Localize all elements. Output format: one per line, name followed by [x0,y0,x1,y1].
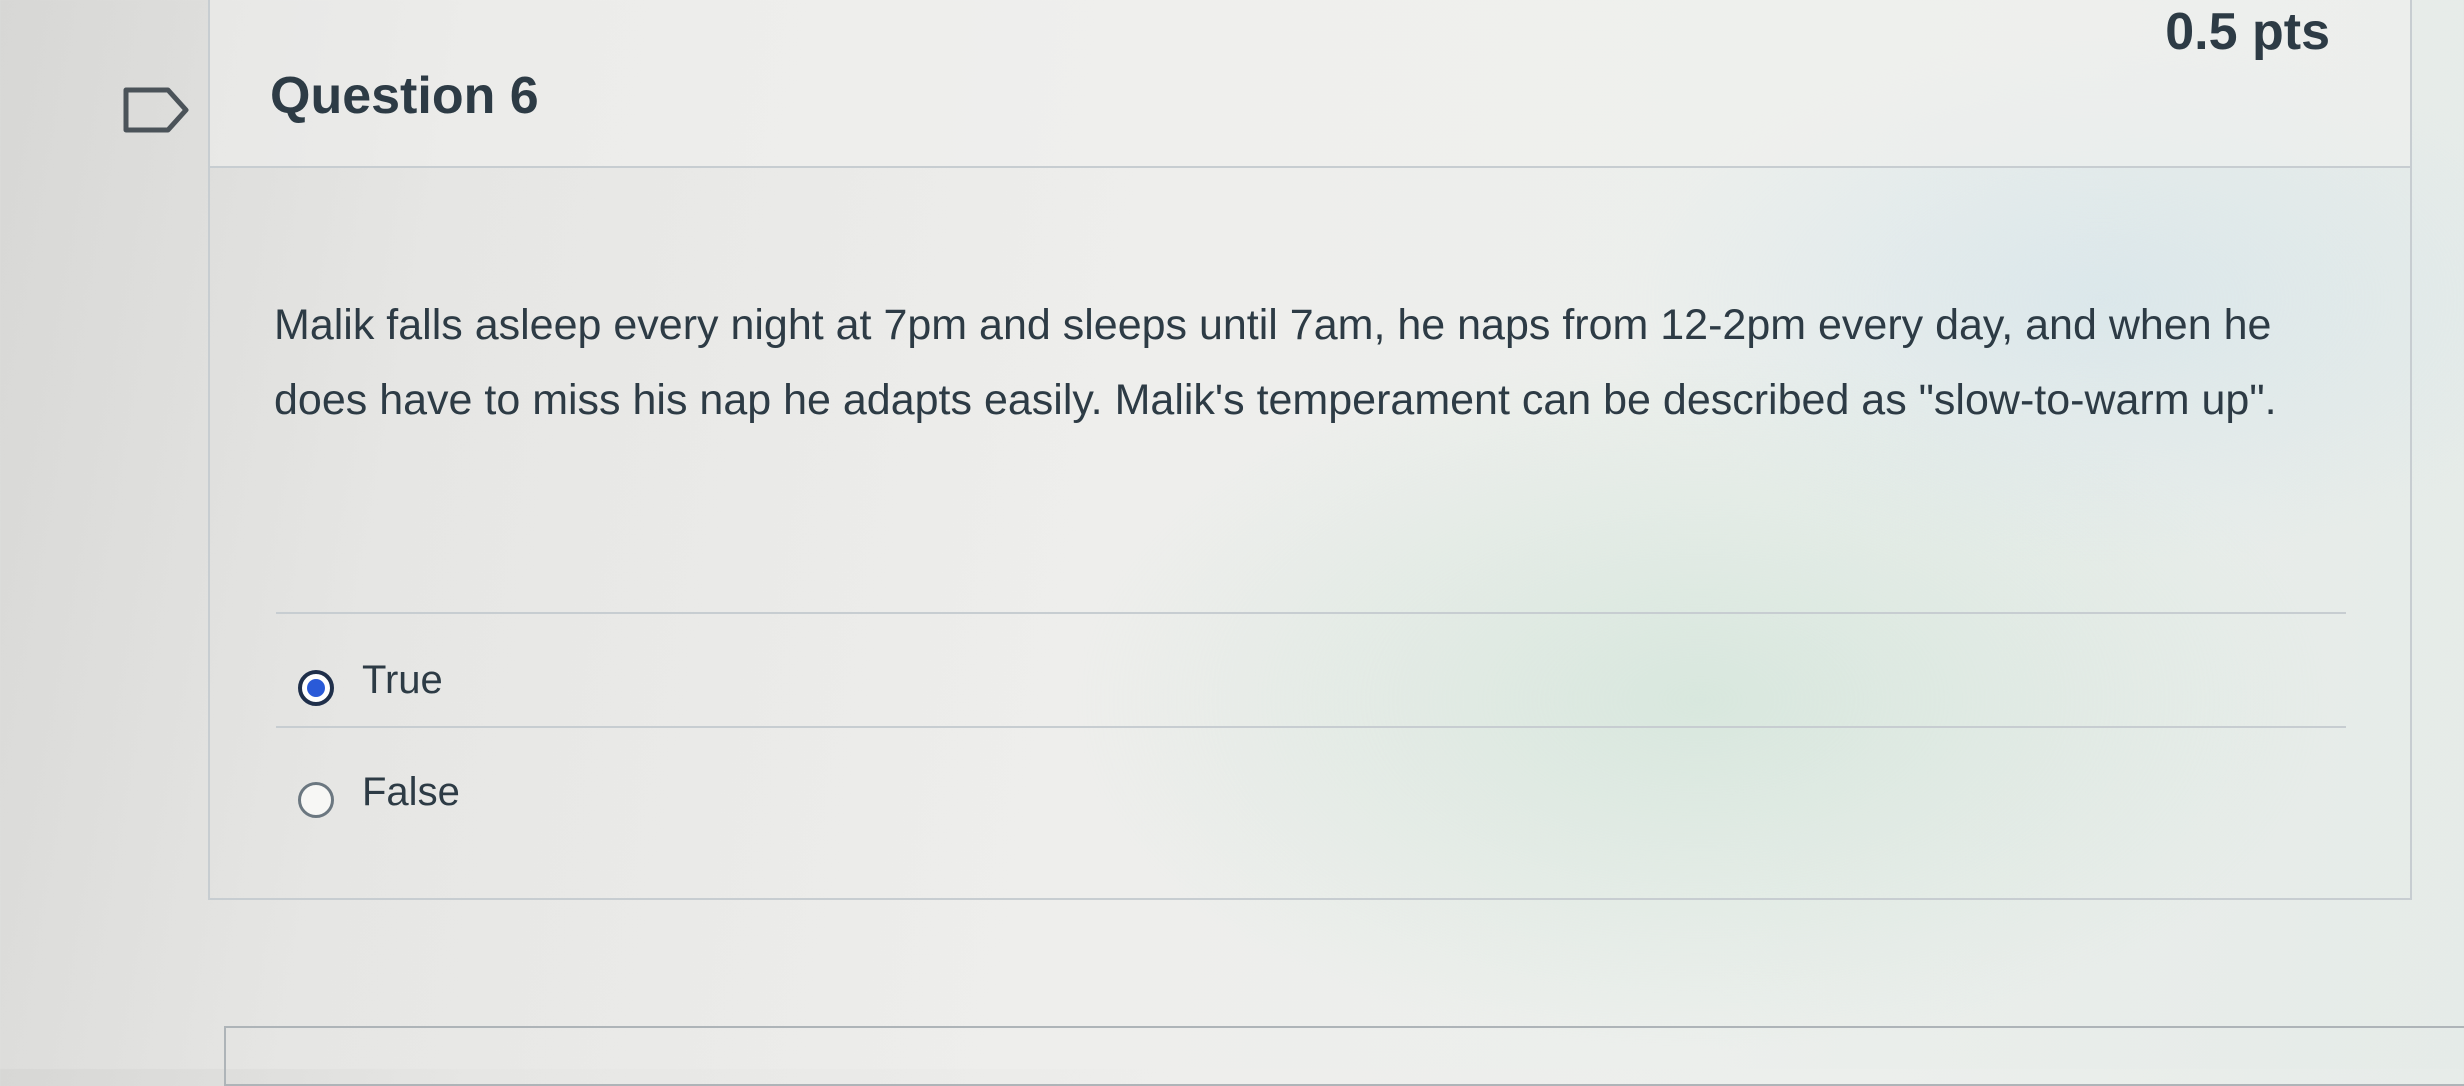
question-header: Question 6 0.5 pts [210,0,2410,168]
answer-label-false[interactable]: False [362,770,460,815]
question-title: Question 6 [270,67,539,125]
next-question-card [224,1026,2464,1086]
question-text: Malik falls asleep every night at 7pm an… [274,301,2277,424]
flag-question-icon[interactable] [122,84,192,136]
question-points: 0.5 pts [2165,3,2330,61]
answer-label-true[interactable]: True [362,658,443,703]
radio-selected-icon[interactable] [298,670,334,706]
answer-option-false[interactable]: False [276,740,2346,840]
answer-option-true[interactable]: True [276,628,2346,728]
answers-divider [276,612,2346,614]
radio-unselected-icon[interactable] [298,782,334,818]
question-card: Question 6 0.5 pts Malik falls asleep ev… [208,0,2412,900]
